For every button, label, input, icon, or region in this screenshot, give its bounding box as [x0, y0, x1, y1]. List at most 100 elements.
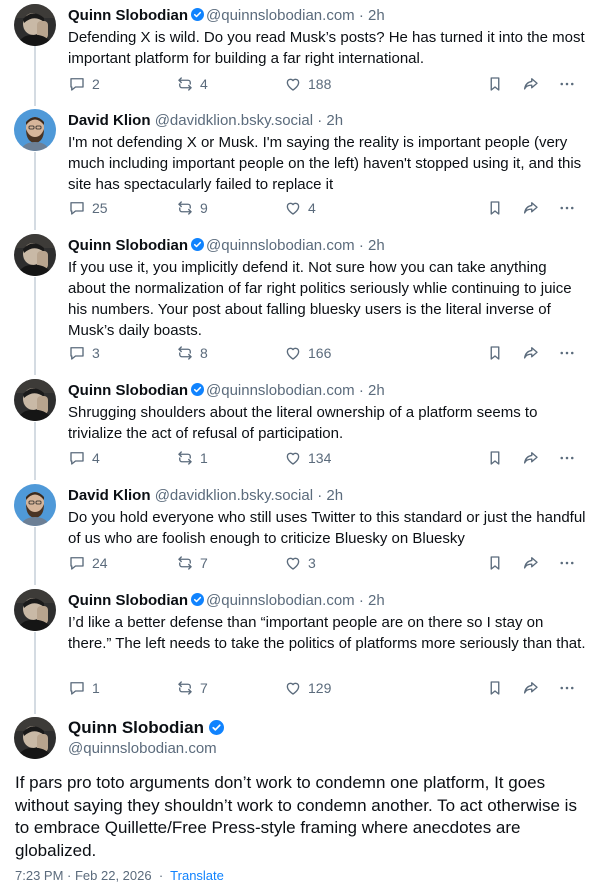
post-time[interactable]: 2h: [368, 592, 385, 609]
more-options-button[interactable]: [558, 196, 576, 220]
avatar[interactable]: [14, 589, 56, 631]
post-header: Quinn Slobodian @quinnslobodian.com · 2h: [68, 6, 385, 26]
repost-button[interactable]: 1: [176, 446, 208, 470]
thread-post[interactable]: Quinn Slobodian @quinnslobodian.com · 2h …: [0, 4, 597, 104]
bookmark-button[interactable]: [486, 676, 504, 700]
reply-count: 1: [92, 680, 100, 696]
share-button[interactable]: [522, 676, 540, 700]
repost-icon: [176, 75, 194, 93]
more-options-button[interactable]: [558, 341, 576, 365]
bookmark-button[interactable]: [486, 551, 504, 575]
like-button[interactable]: 129: [284, 676, 331, 700]
author-name-row: Quinn Slobodian: [68, 717, 226, 739]
reply-icon: [68, 449, 86, 467]
share-button[interactable]: [522, 196, 540, 220]
author-name[interactable]: Quinn Slobodian: [68, 382, 188, 399]
reply-icon: [68, 199, 86, 217]
author-handle[interactable]: @quinnslobodian.com: [206, 592, 355, 609]
repost-count: 7: [200, 555, 208, 571]
author-name[interactable]: David Klion: [68, 112, 151, 129]
avatar[interactable]: [14, 484, 56, 526]
post-text: Do you hold everyone who still uses Twit…: [68, 509, 586, 547]
post-time[interactable]: 2h: [368, 7, 385, 24]
post-time[interactable]: 2h: [368, 382, 385, 399]
bookmark-button[interactable]: [486, 196, 504, 220]
author-handle[interactable]: @davidklion.bsky.social: [155, 487, 313, 504]
repost-button[interactable]: 8: [176, 341, 208, 365]
author-name[interactable]: Quinn Slobodian: [68, 718, 204, 737]
post-time[interactable]: 2h: [326, 112, 343, 129]
heart-icon: [284, 554, 302, 572]
like-count: 134: [308, 450, 332, 466]
post-text: Shrugging shoulders about the literal ow…: [68, 404, 538, 442]
author-name[interactable]: Quinn Slobodian: [68, 592, 188, 609]
post-text: If pars pro toto arguments don’t work to…: [15, 773, 577, 860]
more-options-button[interactable]: [558, 551, 576, 575]
author-handle[interactable]: @quinnslobodian.com: [68, 739, 217, 759]
post-time[interactable]: 2h: [326, 487, 343, 504]
avatar[interactable]: [14, 717, 56, 759]
repost-count: 9: [200, 200, 208, 216]
thread-post[interactable]: Quinn Slobodian @quinnslobodian.com · 2h …: [0, 234, 597, 374]
verified-badge-icon: [191, 8, 204, 21]
post-timestamp[interactable]: 7:23 PM · Feb 22, 2026: [15, 868, 152, 883]
repost-icon: [176, 449, 194, 467]
reply-button[interactable]: 24: [68, 551, 108, 575]
more-options-button[interactable]: [558, 676, 576, 700]
bookmark-button[interactable]: [486, 72, 504, 96]
post-header: David Klion @davidklion.bsky.social · 2h: [68, 486, 343, 506]
separator: ·: [358, 237, 364, 254]
repost-button[interactable]: 7: [176, 551, 208, 575]
reply-icon: [68, 554, 86, 572]
thread-post[interactable]: Quinn Slobodian @quinnslobodian.com · 2h …: [0, 589, 597, 709]
reply-button[interactable]: 4: [68, 446, 100, 470]
thread-post[interactable]: David Klion @davidklion.bsky.social · 2h…: [0, 109, 597, 229]
avatar[interactable]: [14, 379, 56, 421]
share-button[interactable]: [522, 551, 540, 575]
author-handle[interactable]: @quinnslobodian.com: [206, 7, 355, 24]
like-button[interactable]: 134: [284, 446, 331, 470]
like-button[interactable]: 4: [284, 196, 316, 220]
heart-icon: [284, 75, 302, 93]
author-handle[interactable]: @quinnslobodian.com: [206, 237, 355, 254]
thread-post[interactable]: Quinn Slobodian @quinnslobodian.com · 2h …: [0, 379, 597, 479]
thread-post[interactable]: David Klion @davidklion.bsky.social · 2h…: [0, 484, 597, 584]
bookmark-button[interactable]: [486, 446, 504, 470]
share-button[interactable]: [522, 446, 540, 470]
avatar[interactable]: [14, 234, 56, 276]
author-name[interactable]: Quinn Slobodian: [68, 237, 188, 254]
repost-button[interactable]: 9: [176, 196, 208, 220]
share-button[interactable]: [522, 72, 540, 96]
translate-link[interactable]: Translate: [170, 868, 224, 883]
repost-count: 1: [200, 450, 208, 466]
author-handle[interactable]: @davidklion.bsky.social: [155, 112, 313, 129]
reply-count: 24: [92, 555, 108, 571]
reply-button[interactable]: 2: [68, 72, 100, 96]
avatar[interactable]: [14, 4, 56, 46]
more-options-button[interactable]: [558, 446, 576, 470]
reply-button[interactable]: 1: [68, 676, 100, 700]
like-button[interactable]: 188: [284, 72, 331, 96]
author-name[interactable]: David Klion: [68, 487, 151, 504]
repost-icon: [176, 554, 194, 572]
share-button[interactable]: [522, 341, 540, 365]
author-handle[interactable]: @quinnslobodian.com: [206, 382, 355, 399]
separator: ·: [317, 487, 323, 504]
author-name[interactable]: Quinn Slobodian: [68, 7, 188, 24]
post-header: Quinn Slobodian @quinnslobodian.com · 2h: [68, 236, 385, 256]
more-icon: [558, 344, 576, 362]
bookmark-button[interactable]: [486, 341, 504, 365]
like-button[interactable]: 166: [284, 341, 331, 365]
reply-count: 4: [92, 450, 100, 466]
post-time[interactable]: 2h: [368, 237, 385, 254]
like-button[interactable]: 3: [284, 551, 316, 575]
repost-button[interactable]: 4: [176, 72, 208, 96]
post-header: Quinn Slobodian @quinnslobodian.com · 2h: [68, 381, 385, 401]
more-options-button[interactable]: [558, 72, 576, 96]
repost-button[interactable]: 7: [176, 676, 208, 700]
reply-button[interactable]: 25: [68, 196, 108, 220]
avatar[interactable]: [14, 109, 56, 151]
share-icon: [522, 199, 540, 217]
more-icon: [558, 679, 576, 697]
reply-button[interactable]: 3: [68, 341, 100, 365]
